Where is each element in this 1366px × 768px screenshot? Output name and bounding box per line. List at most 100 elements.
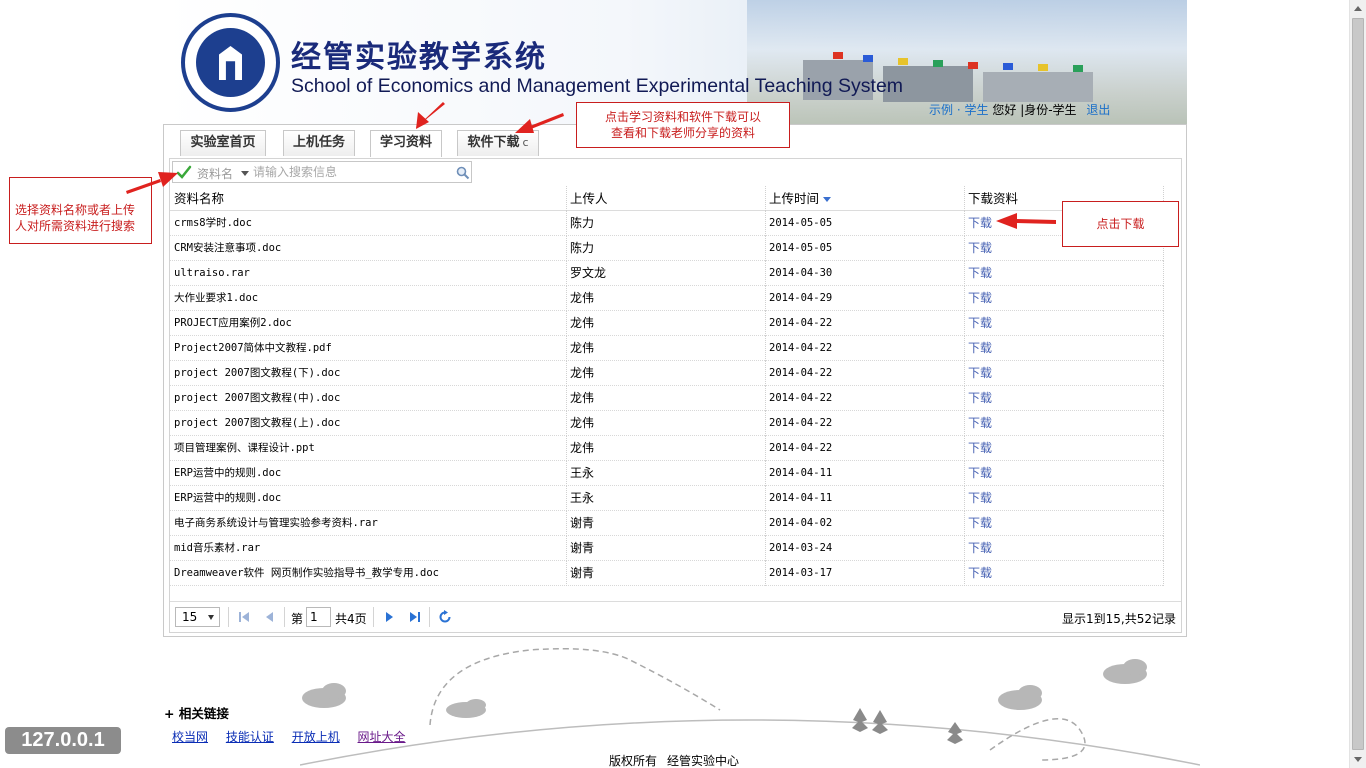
- table-row: Dreamweaver软件 网页制作实验指导书_教学专用.doc 谢青 2014-0…: [170, 561, 1164, 586]
- uploader-cell: 谢青: [570, 516, 595, 530]
- ip-address-badge: 127.0.0.1: [5, 727, 121, 754]
- upload-date-cell: 2014-04-30: [769, 267, 833, 279]
- building-graphic: [983, 72, 1093, 102]
- file-name-cell: project 2007图文教程(上).doc: [174, 417, 341, 429]
- download-link[interactable]: 下载: [968, 361, 1158, 386]
- search-field-select[interactable]: 资料名: [197, 165, 233, 182]
- page-size-select[interactable]: 15: [175, 607, 220, 627]
- uploader-cell: 陈力: [570, 241, 595, 255]
- uploader-cell: 王永: [570, 466, 595, 480]
- next-page-icon[interactable]: [381, 609, 397, 625]
- table-row: 电子商务系统设计与管理实验参考资料.rar 谢青 2014-04-02 下载: [170, 511, 1164, 536]
- table-row: mid音乐素材.rar 谢青 2014-03-24 下载: [170, 536, 1164, 561]
- column-header-upload-time[interactable]: 上传时间: [769, 186, 961, 211]
- page: 经管实验教学系统 School of Economics and Managem…: [0, 0, 1366, 768]
- tab-computer-tasks[interactable]: 上机任务: [283, 130, 355, 156]
- column-header-uploader[interactable]: 上传人: [570, 186, 762, 211]
- uploader-cell: 王永: [570, 491, 595, 505]
- uploader-cell: 龙伟: [570, 391, 595, 405]
- tab-lab-home[interactable]: 实验室首页: [180, 130, 266, 156]
- download-link[interactable]: 下载: [968, 561, 1158, 586]
- download-link[interactable]: 下载: [968, 436, 1158, 461]
- file-name-cell: PROJECT应用案例2.doc: [174, 317, 292, 329]
- tab-software-download-label: 软件下载: [467, 135, 520, 150]
- download-link[interactable]: 下载: [968, 461, 1158, 486]
- first-page-icon[interactable]: [236, 609, 252, 625]
- table-row: project 2007图文教程(下).doc 龙伟 2014-04-22 下载: [170, 361, 1164, 386]
- download-link[interactable]: 下载: [968, 386, 1158, 411]
- flag-graphic: [1038, 64, 1048, 71]
- download-annotation: 点击下载: [1062, 201, 1179, 247]
- total-pages: 共4页: [335, 612, 367, 626]
- search-annotation-line: 人对所需资料进行搜索: [15, 219, 136, 233]
- page-label: 第: [291, 612, 304, 626]
- upload-date-cell: 2014-05-05: [769, 242, 833, 254]
- column-header-name[interactable]: 资料名称: [174, 186, 564, 211]
- upload-date-cell: 2014-04-22: [769, 317, 833, 329]
- refresh-icon[interactable]: [437, 609, 453, 625]
- upload-date-cell: 2014-03-17: [769, 567, 833, 579]
- chevron-down-icon[interactable]: [241, 171, 249, 176]
- download-link[interactable]: 下载: [968, 336, 1158, 361]
- download-link[interactable]: 下载: [968, 486, 1158, 511]
- vertical-scrollbar[interactable]: [1349, 0, 1366, 768]
- scroll-down-icon[interactable]: [1354, 757, 1362, 762]
- uploader-cell: 龙伟: [570, 291, 595, 305]
- checkmark-icon: [176, 165, 192, 179]
- link-skill-cert[interactable]: 技能认证: [226, 730, 274, 744]
- link-open-lab[interactable]: 开放上机: [292, 730, 340, 744]
- download-link[interactable]: 下载: [968, 511, 1158, 536]
- uploader-cell: 龙伟: [570, 366, 595, 380]
- user-role-link[interactable]: 学生: [965, 103, 989, 117]
- file-name-cell: Project2007简体中文教程.pdf: [174, 342, 332, 354]
- related-links-title: + 相关链接: [164, 706, 229, 721]
- upload-date-cell: 2014-05-05: [769, 217, 833, 229]
- download-link[interactable]: 下载: [968, 411, 1158, 436]
- copyright-owner: 经管实验中心: [667, 754, 740, 768]
- last-page-icon[interactable]: [407, 609, 423, 625]
- search-icon[interactable]: [456, 166, 470, 180]
- link-school-site[interactable]: 校当网: [172, 730, 208, 744]
- scroll-up-icon[interactable]: [1354, 6, 1362, 11]
- scrollbar-thumb[interactable]: [1352, 18, 1364, 750]
- file-name-cell: mid音乐素材.rar: [174, 542, 261, 554]
- upload-date-cell: 2014-04-22: [769, 392, 833, 404]
- search-box: 资料名: [172, 161, 472, 183]
- table-row: project 2007图文教程(上).doc 龙伟 2014-04-22 下载: [170, 411, 1164, 436]
- uploader-cell: 罗文龙: [570, 266, 607, 280]
- tabs-annotation: 点击学习资料和软件下载可以 查看和下载老师分享的资料: [576, 102, 790, 148]
- flag-graphic: [863, 55, 873, 62]
- tab-software-download[interactable]: 软件下载 c: [457, 130, 539, 156]
- download-link[interactable]: 下载: [968, 261, 1158, 286]
- flag-graphic: [968, 62, 978, 69]
- table-row: CRM安装注意事项.doc 陈力 2014-05-05 下载: [170, 236, 1164, 261]
- table-row: PROJECT应用案例2.doc 龙伟 2014-04-22 下载: [170, 311, 1164, 336]
- flag-graphic: [1003, 63, 1013, 70]
- search-annotation-line: 选择资料名称或者上传: [15, 203, 136, 217]
- pagination-summary: 显示1到15,共52记录: [1062, 612, 1176, 626]
- file-name-cell: 电子商务系统设计与管理实验参考资料.rar: [174, 517, 378, 529]
- page-number-input[interactable]: [306, 607, 331, 627]
- table-row: 大作业要求1.doc 龙伟 2014-04-29 下载: [170, 286, 1164, 311]
- tab-study-materials[interactable]: 学习资料: [370, 130, 442, 157]
- download-link[interactable]: 下载: [968, 311, 1158, 336]
- file-name-cell: 大作业要求1.doc: [174, 292, 259, 304]
- sort-desc-icon: [823, 197, 832, 202]
- logout-link[interactable]: 退出: [1086, 103, 1110, 117]
- flag-graphic: [933, 60, 943, 67]
- search-annotation: 选择资料名称或者上传 人对所需资料进行搜索: [9, 177, 152, 244]
- search-input[interactable]: [253, 164, 449, 180]
- user-name-link[interactable]: 示例: [929, 103, 953, 117]
- link-url-directory[interactable]: 网址大全: [358, 730, 406, 744]
- download-link[interactable]: 下载: [968, 286, 1158, 311]
- chevron-down-icon: [208, 615, 214, 620]
- table-row: project 2007图文教程(中).doc 龙伟 2014-04-22 下载: [170, 386, 1164, 411]
- related-links: 校当网 技能认证 开放上机 网址大全: [172, 728, 420, 745]
- user-bar: 示例 · 学生 您好 |身份-学生 退出: [929, 101, 1110, 118]
- file-name-cell: ERP运营中的规则.doc: [174, 467, 282, 479]
- refresh-icon[interactable]: c: [522, 136, 528, 149]
- download-link[interactable]: 下载: [968, 536, 1158, 561]
- file-name-cell: project 2007图文教程(中).doc: [174, 392, 341, 404]
- system-title-cn: 经管实验教学系统: [291, 40, 547, 75]
- previous-page-icon[interactable]: [262, 609, 278, 625]
